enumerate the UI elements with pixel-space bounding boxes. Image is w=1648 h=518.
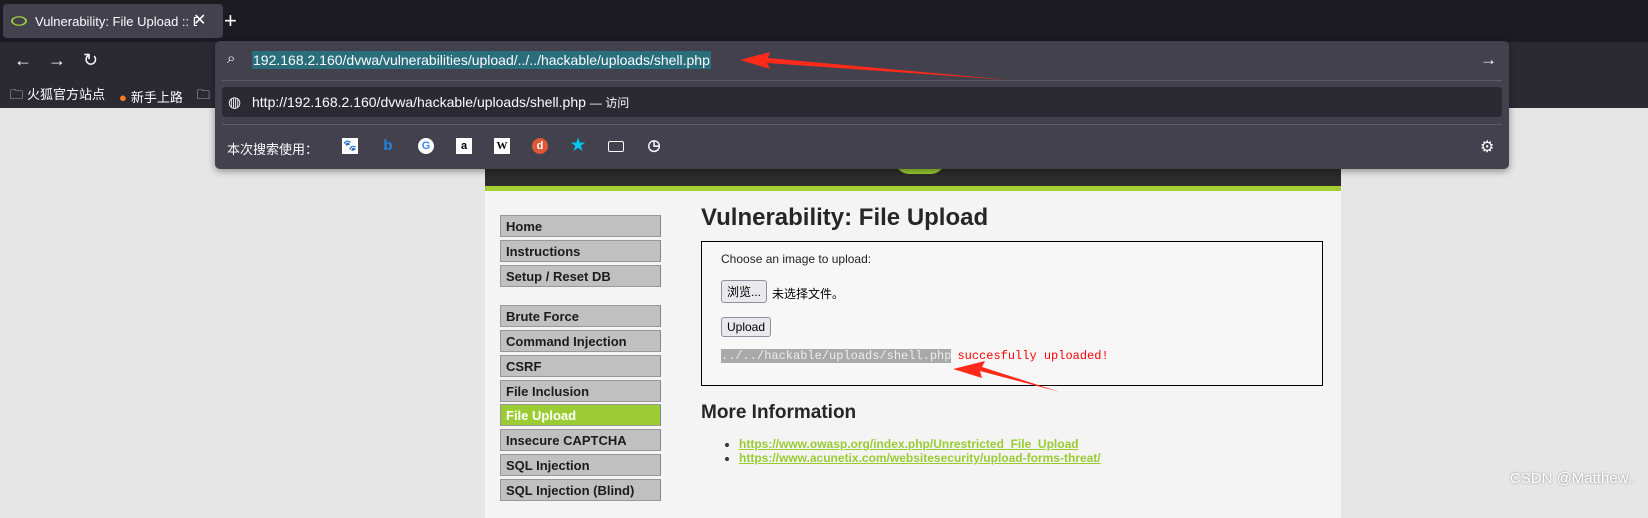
watermark: CSDN @Matthew..: [1509, 470, 1636, 487]
annotation-arrows: [740, 52, 1060, 392]
annotation-arrow-url: [740, 52, 1010, 80]
annotation-arrow-result: [953, 361, 1060, 392]
